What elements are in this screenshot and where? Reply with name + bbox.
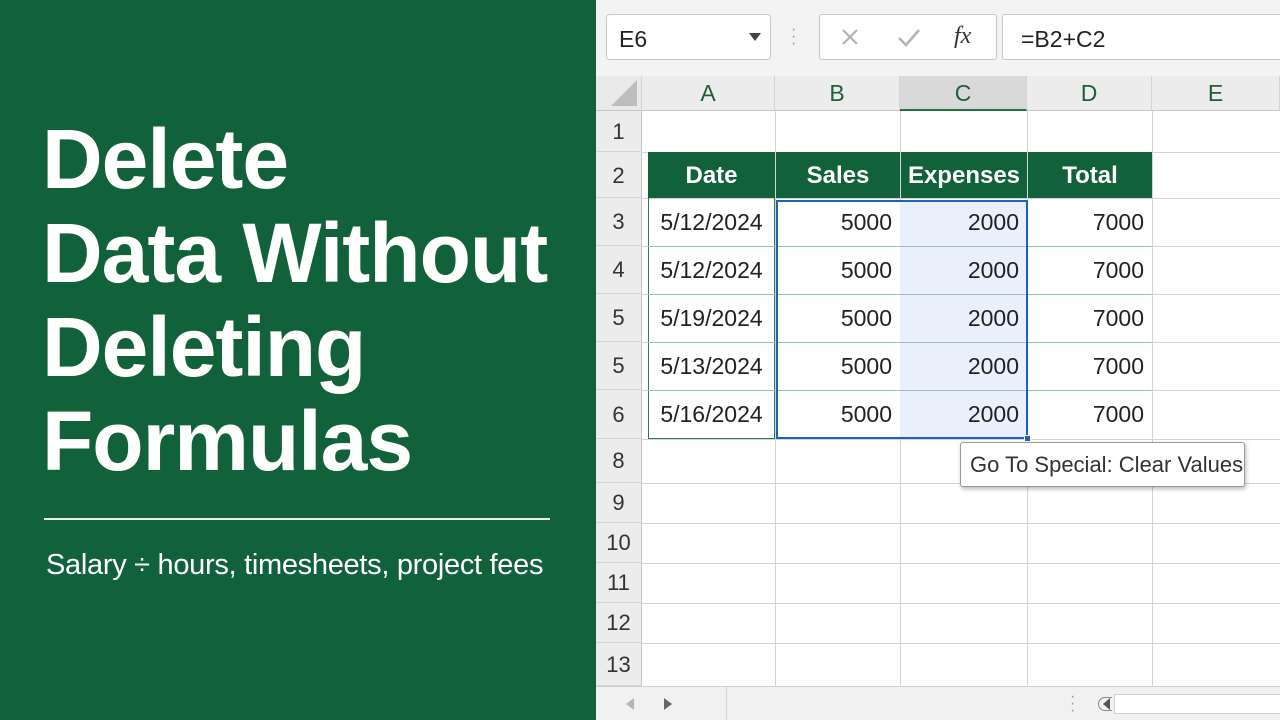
horizontal-scrollbar[interactable] <box>1114 694 1280 714</box>
row-header[interactable]: 5 <box>596 342 642 390</box>
headline-line-2: Data Without <box>42 206 548 300</box>
tooltip: Go To Special: Clear Values <box>960 442 1245 487</box>
row-header[interactable]: 5 <box>596 294 642 342</box>
cell-total[interactable]: 7000 <box>1028 390 1152 439</box>
chevron-left-icon[interactable] <box>1103 698 1110 710</box>
fx-icon[interactable]: fx <box>954 23 971 50</box>
name-box-value: E6 <box>619 26 648 52</box>
name-box[interactable]: E6 <box>606 14 771 60</box>
divider <box>726 687 727 720</box>
row-header[interactable]: 9 <box>596 483 642 523</box>
cell-total[interactable]: 7000 <box>1028 294 1152 342</box>
formula-input[interactable]: =B2+C2 <box>1002 14 1280 60</box>
headline-line-3: Deleting <box>42 300 366 394</box>
select-all-corner[interactable] <box>596 76 642 111</box>
cell-date[interactable]: 5/12/2024 <box>648 246 775 294</box>
row-header[interactable]: 6 <box>596 390 642 439</box>
sheet-tab-bar: · · · <box>596 686 1280 720</box>
row-header[interactable]: 12 <box>596 603 642 643</box>
row-header[interactable]: 4 <box>596 246 642 294</box>
row-header[interactable]: 3 <box>596 198 642 246</box>
row-header[interactable]: 8 <box>596 439 642 483</box>
headline: Delete Data Without Deleting Formulas <box>42 112 582 488</box>
more-vertical-icon[interactable]: · · · <box>791 22 796 52</box>
table-header-total[interactable]: Total <box>1028 152 1152 198</box>
subtitle: Salary ÷ hours, timesheets, project fees <box>46 549 544 581</box>
formula-actions: fx <box>819 14 997 60</box>
row-header[interactable]: 2 <box>596 152 642 198</box>
cell-date[interactable]: 5/16/2024 <box>648 390 775 439</box>
chevron-left-icon[interactable] <box>626 698 634 710</box>
gridline <box>642 603 1280 604</box>
formula-bar: E6 · · · fx =B2+C2 <box>596 0 1280 76</box>
gridline <box>642 643 1280 644</box>
column-header-e[interactable]: E <box>1152 76 1280 111</box>
table-header-sales[interactable]: Sales <box>776 152 900 198</box>
chevron-right-icon[interactable] <box>664 698 672 710</box>
check-icon[interactable] <box>896 25 922 49</box>
table-header-date[interactable]: Date <box>648 152 775 198</box>
row-header[interactable]: 10 <box>596 523 642 563</box>
cell-date[interactable]: 5/12/2024 <box>648 198 775 246</box>
column-header-a[interactable]: A <box>642 76 775 111</box>
cell-total[interactable]: 7000 <box>1028 198 1152 246</box>
column-header-d[interactable]: D <box>1027 76 1152 111</box>
chevron-down-icon[interactable] <box>749 33 761 41</box>
cancel-x-icon[interactable] <box>838 25 862 49</box>
row-header[interactable]: 11 <box>596 563 642 603</box>
column-header-b[interactable]: B <box>775 76 900 111</box>
spreadsheet-window: E6 · · · fx =B2+C2 A B C D E 1 2 3 4 5 5… <box>596 0 1280 720</box>
select-all-icon <box>611 80 637 106</box>
formula-value: =B2+C2 <box>1021 26 1106 52</box>
headline-line-4: Formulas <box>42 394 413 488</box>
title-panel: Delete Data Without Deleting Formulas Sa… <box>0 0 596 720</box>
headline-line-1: Delete <box>42 112 289 206</box>
gridline <box>642 563 1280 564</box>
selection-range <box>776 200 1028 439</box>
gridline <box>642 523 1280 524</box>
row-header[interactable]: 1 <box>596 111 642 152</box>
cell-total[interactable]: 7000 <box>1028 342 1152 390</box>
row-header[interactable]: 13 <box>596 643 642 686</box>
cell-date[interactable]: 5/13/2024 <box>648 342 775 390</box>
cell-total[interactable]: 7000 <box>1028 246 1152 294</box>
column-header-c[interactable]: C <box>900 76 1027 111</box>
more-vertical-icon[interactable]: · · · <box>1070 689 1075 719</box>
cell-grid[interactable]: A B C D E 1 2 3 4 5 5 6 8 9 10 11 12 13 <box>596 76 1280 686</box>
table-header-expenses[interactable]: Expenses <box>901 152 1027 198</box>
divider <box>44 518 550 520</box>
fill-handle[interactable] <box>1024 435 1031 442</box>
gridline <box>642 439 1280 440</box>
cell-date[interactable]: 5/19/2024 <box>648 294 775 342</box>
